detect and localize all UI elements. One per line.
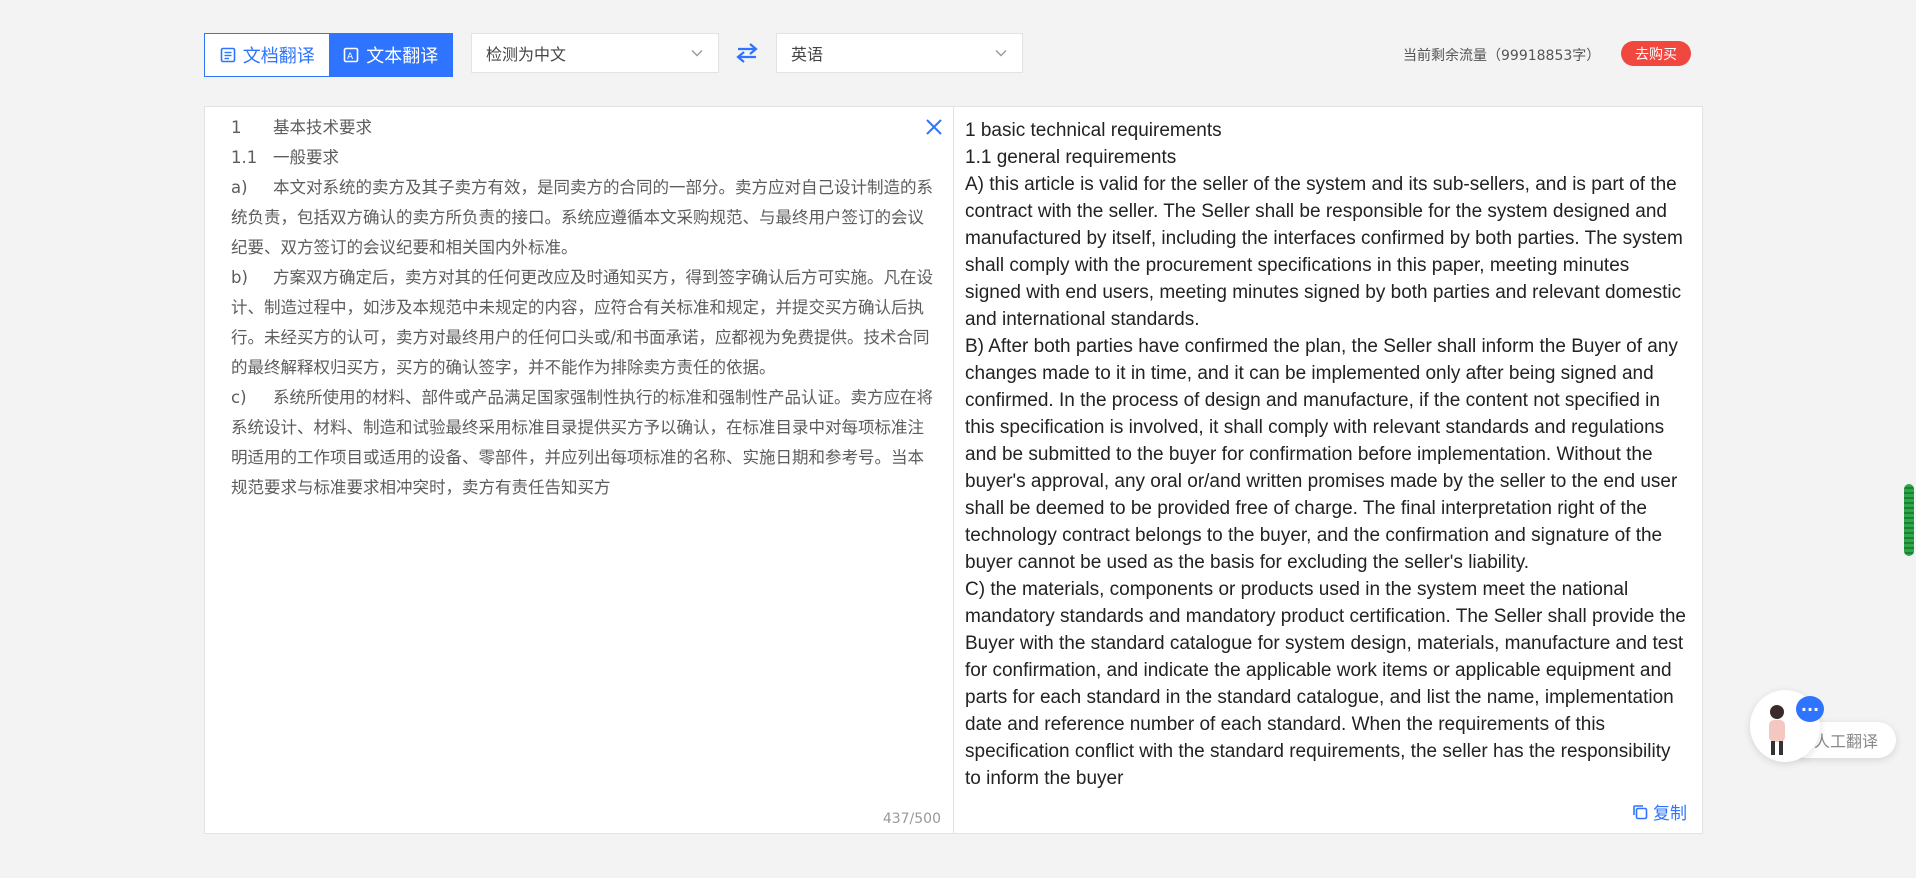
source-language-select[interactable]: 检测为中文	[471, 33, 719, 73]
doc-translate-tab[interactable]: 文档翻译	[205, 34, 329, 76]
human-translation-label: 人工翻译	[1813, 732, 1878, 751]
output-panel: 1 basic technical requirements 1.1 gener…	[954, 107, 1702, 833]
human-translation-widget[interactable]: 人工翻译 ···	[1750, 690, 1900, 762]
copy-label: 复制	[1653, 804, 1687, 824]
text-translate-icon: A	[343, 47, 359, 63]
char-counter: 437/500	[882, 811, 941, 827]
text-translate-tab[interactable]: A 文本翻译	[328, 34, 452, 76]
translation-panels: 1 基本技术要求 1.1 一般要求 a) 本文对系统的卖方及其子卖方有效，是同卖…	[204, 106, 1703, 834]
swap-languages-icon[interactable]	[734, 40, 760, 66]
svg-text:A: A	[347, 52, 354, 62]
target-language-select[interactable]: 英语	[776, 33, 1023, 73]
text-translate-label: 文本翻译	[366, 46, 439, 67]
chevron-down-icon	[691, 50, 703, 57]
chevron-down-icon	[995, 50, 1007, 57]
buy-button[interactable]: 去购买	[1621, 41, 1691, 66]
source-language-value: 检测为中文	[486, 45, 567, 64]
document-icon	[220, 47, 236, 63]
scrollbar-thumb[interactable]	[1904, 484, 1914, 556]
target-language-value: 英语	[791, 45, 824, 64]
translation-output: 1 basic technical requirements 1.1 gener…	[965, 120, 1686, 789]
copy-icon	[1633, 804, 1648, 819]
translate-mode-switch: 文档翻译 A 文本翻译	[204, 33, 453, 77]
clear-icon[interactable]	[924, 117, 944, 137]
source-panel[interactable]: 1 基本技术要求 1.1 一般要求 a) 本文对系统的卖方及其子卖方有效，是同卖…	[205, 107, 954, 833]
remaining-quota: 当前剩余流量（99918853字）	[1403, 48, 1601, 64]
copy-button[interactable]: 复制	[1631, 799, 1687, 824]
source-text-input[interactable]: 1 基本技术要求 1.1 一般要求 a) 本文对系统的卖方及其子卖方有效，是同卖…	[231, 113, 937, 503]
doc-translate-label: 文档翻译	[242, 46, 315, 67]
chat-bubble-icon: ···	[1796, 696, 1824, 722]
page-scrollbar[interactable]	[1902, 0, 1916, 878]
